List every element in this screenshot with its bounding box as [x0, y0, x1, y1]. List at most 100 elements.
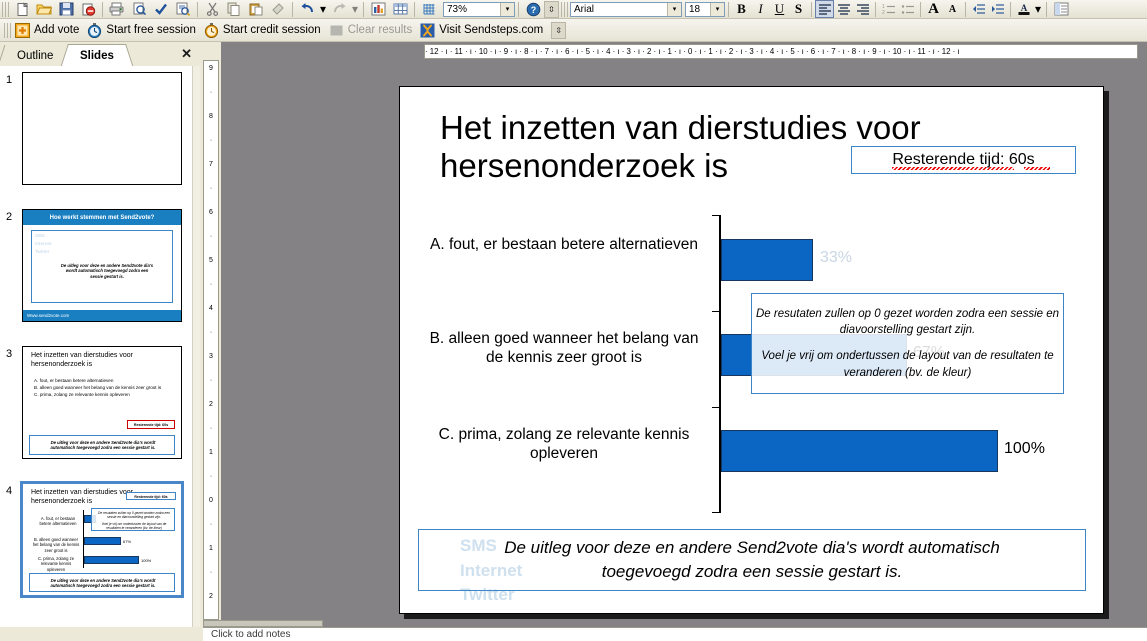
- help-icon[interactable]: ?: [522, 0, 544, 18]
- italic-button[interactable]: I: [751, 0, 770, 18]
- sendsteps-toolbar-overflow-icon[interactable]: ⇳: [551, 21, 567, 39]
- sendsteps-logo-icon: [420, 23, 435, 38]
- chevron-down-icon[interactable]: ▾: [710, 2, 724, 16]
- thumb4-timer: Resterende tijd: 60s: [134, 495, 168, 499]
- numbered-list-button[interactable]: 12: [879, 0, 898, 18]
- research-icon[interactable]: [172, 0, 194, 18]
- svg-text:?: ?: [530, 5, 536, 15]
- align-center-button[interactable]: [834, 0, 853, 18]
- thumb3-note: De uitleg voor deze en andere Send2vote …: [50, 440, 156, 451]
- align-left-button[interactable]: [815, 0, 834, 18]
- slide-number: 1: [6, 74, 13, 86]
- underline-button[interactable]: U: [770, 0, 789, 18]
- redo-dropdown-icon[interactable]: ▾: [350, 0, 360, 18]
- permission-icon[interactable]: [77, 0, 99, 18]
- chevron-down-icon[interactable]: ▾: [500, 2, 514, 16]
- tab-slides[interactable]: Slides: [70, 44, 124, 67]
- slide-editing-area: Het inzetten van dierstudies voor hersen…: [221, 42, 1147, 627]
- start-free-session-label: Start free session: [106, 24, 196, 36]
- thumb2-header: Hoe werkt stemmen met Send2vote?: [23, 210, 181, 225]
- paste-icon[interactable]: [245, 0, 267, 18]
- sendsteps-toolbar-grip[interactable]: [4, 22, 11, 38]
- undo-dropdown-icon[interactable]: ▾: [318, 0, 328, 18]
- visit-sendsteps-button[interactable]: Visit Sendsteps.com: [418, 20, 549, 40]
- save-icon[interactable]: [55, 0, 77, 18]
- slide-thumbnail-1[interactable]: [22, 72, 182, 185]
- print-preview-icon[interactable]: [128, 0, 150, 18]
- clear-results-icon: [329, 23, 344, 38]
- explanation-box[interactable]: De uitleg voor deze en andere Send2vote …: [418, 529, 1086, 591]
- insert-table-icon[interactable]: [389, 0, 411, 18]
- insert-chart-icon[interactable]: [367, 0, 389, 18]
- font-name-combo[interactable]: Arial ▾: [570, 1, 682, 17]
- increase-font-button[interactable]: A: [924, 0, 943, 18]
- new-icon[interactable]: [11, 0, 33, 18]
- thumb4-val-c: 100%: [141, 558, 152, 563]
- horizontal-scrollbar[interactable]: [203, 620, 323, 627]
- increase-indent-button[interactable]: [988, 0, 1007, 18]
- formatting-toolbar-grip[interactable]: [561, 1, 568, 17]
- thumb2-body: De uitleg voor deze en andere Send2vote …: [60, 263, 154, 279]
- spelling-check-icon[interactable]: [150, 0, 172, 18]
- font-color-dropdown-icon[interactable]: ▾: [1033, 0, 1043, 18]
- notes-pane[interactable]: Click to add notes: [203, 627, 1147, 641]
- timer-box[interactable]: Resterende tijd: 60s: [851, 146, 1076, 174]
- bullet-list-button[interactable]: [898, 0, 917, 18]
- format-painter-icon[interactable]: [267, 0, 289, 18]
- thumb3-title: Het inzetten van dierstudies voor hersen…: [31, 352, 133, 368]
- decrease-indent-button[interactable]: [969, 0, 988, 18]
- pane-tabstrip: Outline Slides ✕: [0, 42, 200, 67]
- close-pane-icon[interactable]: ✕: [181, 46, 192, 62]
- show-grid-icon[interactable]: [418, 0, 440, 18]
- thumb4-tip2: Voel je vrij om ondertussen de layout va…: [101, 522, 167, 531]
- thumb4-tip1: De resutaten zullen op 0 gezet worden zo…: [97, 511, 171, 520]
- add-vote-button[interactable]: Add vote: [13, 20, 85, 40]
- slide-thumbnail-list[interactable]: 1 2 Hoe werkt stemmen met Send2vote? SMS…: [0, 66, 192, 627]
- horizontal-ruler-ticks: · 12 · ı · 11 · ı · 10 · ı · 9 · ı · 8 ·…: [425, 47, 960, 56]
- current-slide[interactable]: Het inzetten van dierstudies voor hersen…: [399, 86, 1104, 614]
- toolbar-overflow-icon[interactable]: ⇳: [544, 0, 559, 18]
- chevron-down-icon[interactable]: ▾: [667, 2, 681, 16]
- decrease-font-button[interactable]: A: [943, 0, 962, 18]
- align-right-button[interactable]: [853, 0, 872, 18]
- design-button[interactable]: [1050, 0, 1072, 18]
- thumb3-option-a: A. fout, er bestaan betere alternatieven: [34, 378, 114, 383]
- font-size-combo[interactable]: 18 ▾: [685, 1, 725, 17]
- results-bar-chart[interactable]: A. fout, er bestaan betere alternatieven…: [420, 207, 1090, 517]
- slide-thumbnail-4[interactable]: Het inzetten van dierstudies voor hersen…: [20, 481, 184, 598]
- zoom-value: 73%: [447, 3, 468, 15]
- font-name-value: Arial: [574, 3, 595, 15]
- tab-outline[interactable]: Outline: [8, 45, 62, 66]
- tooltip-line-1: De resutaten zullen op 0 gezet worden zo…: [755, 307, 1060, 337]
- toolbar-grip[interactable]: [2, 1, 9, 17]
- cut-icon[interactable]: [201, 0, 223, 18]
- horizontal-ruler[interactable]: · 12 · ı · 11 · ı · 10 · ı · 9 · ı · 8 ·…: [424, 44, 1138, 59]
- chart-category-label: B. alleen goed wanneer het belang van de…: [429, 330, 699, 367]
- slide-thumbnail-3[interactable]: Het inzetten van dierstudies voor hersen…: [22, 346, 182, 459]
- svg-text:A: A: [1020, 3, 1027, 13]
- undo-icon[interactable]: [296, 0, 318, 18]
- bottom-left-strip: [0, 627, 203, 641]
- zoom-combo[interactable]: 73% ▾: [443, 1, 515, 17]
- stopwatch-blue-icon: [87, 22, 102, 38]
- clear-results-button[interactable]: Clear results: [327, 20, 419, 40]
- thumb2-twitter: Twitter: [35, 249, 50, 255]
- chart-bar-value: 100%: [1004, 440, 1045, 457]
- add-vote-icon: [15, 22, 30, 38]
- bold-button[interactable]: B: [732, 0, 751, 18]
- print-icon[interactable]: [106, 0, 128, 18]
- explanation-text: De uitleg voor deze en andere Send2vote …: [504, 538, 1000, 581]
- vertical-ruler[interactable]: 9·8·7·6·5·4·3·2·1·0·1·2·3·4·5·6·7·8·9: [203, 60, 219, 620]
- font-color-button[interactable]: A: [1014, 0, 1033, 18]
- shadow-button[interactable]: S: [789, 0, 808, 18]
- start-credit-session-button[interactable]: Start credit session: [202, 20, 327, 40]
- redo-icon[interactable]: [328, 0, 350, 18]
- thumbnail-scrollbar[interactable]: [192, 66, 200, 627]
- thumb4-cat-a: A. fout, er bestaan betere alternatieven: [39, 516, 77, 527]
- font-size-value: 18: [689, 3, 701, 15]
- slide-thumbnail-2[interactable]: Hoe werkt stemmen met Send2vote? SMS Int…: [22, 209, 182, 322]
- svg-text:2: 2: [882, 10, 885, 15]
- open-icon[interactable]: [33, 0, 55, 18]
- copy-icon[interactable]: [223, 0, 245, 18]
- start-free-session-button[interactable]: Start free session: [85, 20, 201, 40]
